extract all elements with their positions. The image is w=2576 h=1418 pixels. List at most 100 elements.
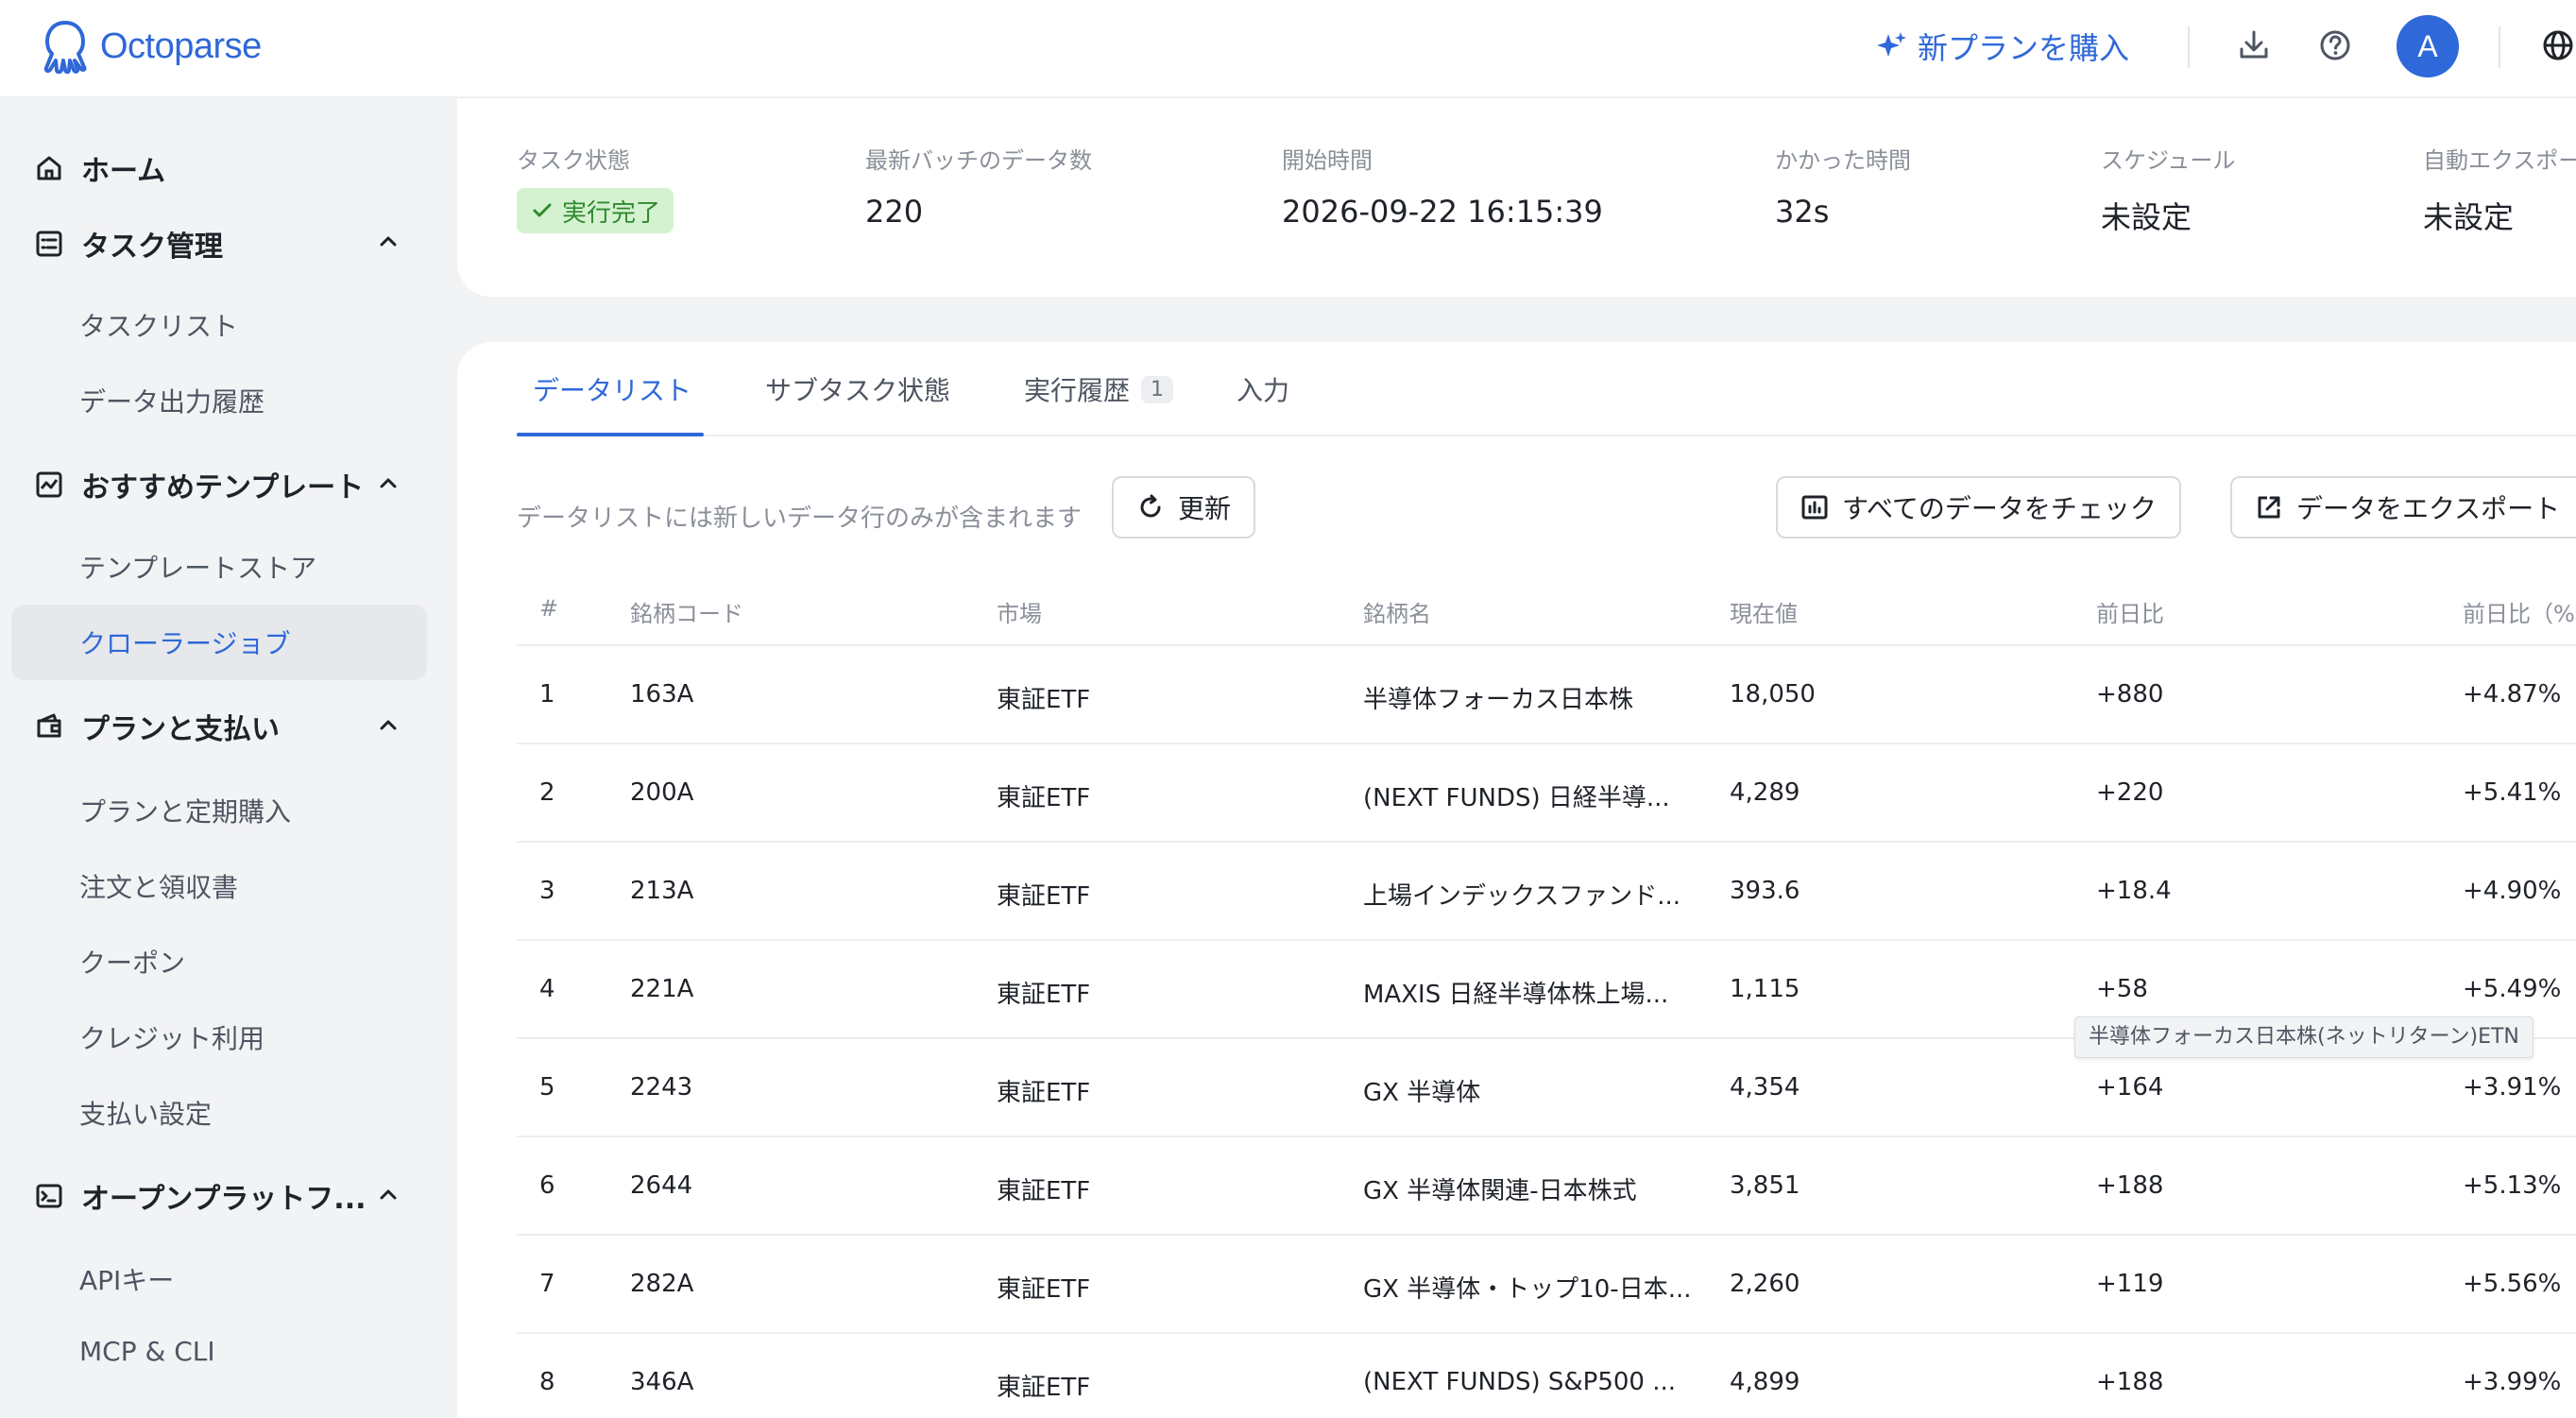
sidebar-group-billing[interactable]: プランと支払い [34,706,280,747]
sidebar-item-api-key[interactable]: APIキー [79,1260,174,1298]
tab-label: データリスト [533,375,692,406]
cell-change-pct: +4.87% [2463,680,2562,709]
tab-run-history[interactable]: 実行履歴 1 [1024,370,1174,408]
table-row[interactable]: 7 282A 東証ETF GX 半導体・トップ10-日本... 2,260 +1… [517,1236,2576,1334]
cell-market: 東証ETF [997,981,1091,1009]
avatar[interactable]: A [2397,15,2459,77]
cell-market: 東証ETF [997,1079,1091,1107]
column-header[interactable]: 銘柄名 [1363,595,1431,628]
cell-price: 4,899 [1730,1368,1800,1396]
export-data-button[interactable]: データをエクスポート [2230,476,2576,538]
top-header: Octoparse 新プランを購入 A [0,0,2576,98]
sidebar-item-credit-usage[interactable]: クレジット利用 [79,1018,264,1056]
download-icon[interactable] [2235,26,2273,64]
bar-chart-icon [1801,495,1828,520]
chevron-up-icon[interactable] [376,470,401,495]
sidebar-item-home[interactable]: ホーム [34,147,165,189]
cell-change: +18.4 [2096,877,2172,905]
cell-price: 18,050 [1730,680,1816,709]
table-row[interactable]: 2 200A 東証ETF (NEXT FUNDS) 日経半導... 4,289 … [517,744,2576,843]
cell-change: +220 [2096,778,2164,807]
stat-task-status: タスク状態 実行完了 [517,142,674,233]
chevron-up-icon[interactable] [376,712,401,737]
chevron-up-icon[interactable] [376,229,401,253]
globe-icon[interactable] [2539,26,2576,64]
sidebar-item-label: オープンプラットフ... [81,1183,367,1216]
cell-price: 393.6 [1730,877,1800,905]
sidebar-group-task-management[interactable]: タスク管理 [34,223,223,265]
cell-change: +164 [2096,1073,2164,1102]
cell-market: 東証ETF [997,1177,1091,1205]
cell-change-pct: +4.90% [2463,877,2562,905]
cell-index: 6 [539,1171,555,1200]
tab-bar: データリスト サブタスク状態 実行履歴 1 入力 [517,342,2576,436]
sidebar-item-crawler-jobs[interactable]: クローラージョブ [79,624,290,661]
sidebar-item-mcp-cli[interactable]: MCP & CLI [79,1336,215,1367]
cell-market: 東証ETF [997,882,1091,911]
sidebar-group-open-platform[interactable]: オープンプラットフ... [34,1175,367,1217]
refresh-icon [1140,494,1161,518]
cell-index: 5 [539,1073,555,1102]
column-header[interactable]: 前日比 [2096,595,2164,628]
sidebar-item-payment-settings[interactable]: 支払い設定 [79,1094,212,1132]
stat-duration: かかった時間 32s [1775,142,1911,230]
sidebar-item-coupon[interactable]: クーポン [79,943,185,981]
cell-index: 4 [539,975,555,1003]
sidebar-item-orders[interactable]: 注文と領収書 [79,867,238,905]
buy-plan-label: 新プランを購入 [1918,30,2130,66]
cell-code: 200A [630,778,694,807]
tab-data-list[interactable]: データリスト [533,370,691,408]
column-header[interactable]: 銘柄コード [630,595,743,628]
cell-name: (NEXT FUNDS) 日経半導... [1363,784,1670,812]
column-header[interactable]: 現在値 [1730,595,1798,628]
table-row[interactable]: 8 346A 東証ETF (NEXT FUNDS) S&P500 ... 4,8… [517,1334,2576,1418]
stat-latest-batch: 最新バッチのデータ数 220 [865,142,1092,230]
refresh-button[interactable]: 更新 [1112,476,1256,538]
status-badge-text: 実行完了 [562,198,661,228]
chart-icon [36,471,62,498]
cell-price: 4,289 [1730,778,1800,807]
sidebar-item-template-store[interactable]: テンプレートストア [79,548,316,586]
table-header: # 銘柄コード 市場 銘柄名 現在値 前日比 前日比（% [517,571,2576,646]
table-row[interactable]: 3 213A 東証ETF 上場インデックスファンド... 393.6 +18.4… [517,843,2576,941]
task-status-card: タスク状態 実行完了 最新バッチのデータ数 220 開始時間 2026-09-2… [457,98,2576,297]
sidebar-item-plan-subscription[interactable]: プランと定期購入 [79,792,291,829]
tab-label: 実行履歴 [1024,375,1131,406]
cell-name: MAXIS 日経半導体株上場... [1363,981,1669,1009]
header-divider [2499,26,2500,68]
cell-price: 2,260 [1730,1270,1800,1298]
cell-code: 2644 [630,1171,693,1200]
column-header[interactable]: # [539,595,558,622]
octopus-logo-icon [43,21,87,74]
stat-start-time: 開始時間 2026-09-22 16:15:39 [1282,142,1603,230]
stat-value[interactable]: 未設定 [2423,194,2576,237]
cell-index: 3 [539,877,555,905]
check-all-data-button[interactable]: すべてのデータをチェック [1776,476,2181,538]
cell-tooltip: 半導体フォーカス日本株(ネットリターン)ETN [2074,1017,2533,1058]
tab-subtask-status[interactable]: サブタスク状態 [765,370,950,408]
stat-label: 最新バッチのデータ数 [865,147,1092,174]
cell-change: +188 [2096,1368,2164,1396]
stat-value[interactable]: 未設定 [2101,194,2235,237]
help-icon[interactable] [2316,26,2354,64]
sidebar-item-label: ホーム [81,155,166,188]
home-icon [37,156,61,180]
cell-change-pct: +5.49% [2463,975,2562,1003]
cell-change: +188 [2096,1171,2164,1200]
stat-label: スケジュール [2101,147,2236,174]
column-header[interactable]: 前日比（% [2463,595,2575,628]
buy-plan-button[interactable]: 新プランを購入 [1876,25,2129,68]
sidebar-group-templates[interactable]: おすすめテンプレート [34,464,364,505]
sidebar-item-export-history[interactable]: データ出力履歴 [79,382,264,419]
stat-auto-export: 自動エクスポー 未設定 [2423,142,2576,237]
tab-input[interactable]: 入力 [1237,370,1289,408]
cell-change-pct: +5.56% [2463,1270,2562,1298]
column-header[interactable]: 市場 [997,595,1042,628]
table-row[interactable]: 1 163A 東証ETF 半導体フォーカス日本株 18,050 +880 +4.… [517,646,2576,744]
sidebar-item-task-list[interactable]: タスクリスト [79,306,238,344]
chevron-up-icon[interactable] [376,1182,401,1206]
logo[interactable]: Octoparse [40,19,262,74]
table-row[interactable]: 6 2644 東証ETF GX 半導体関連-日本株式 3,851 +188 +5… [517,1137,2576,1236]
stat-label: 自動エクスポー [2423,147,2576,174]
stat-value: 32s [1775,194,1830,230]
